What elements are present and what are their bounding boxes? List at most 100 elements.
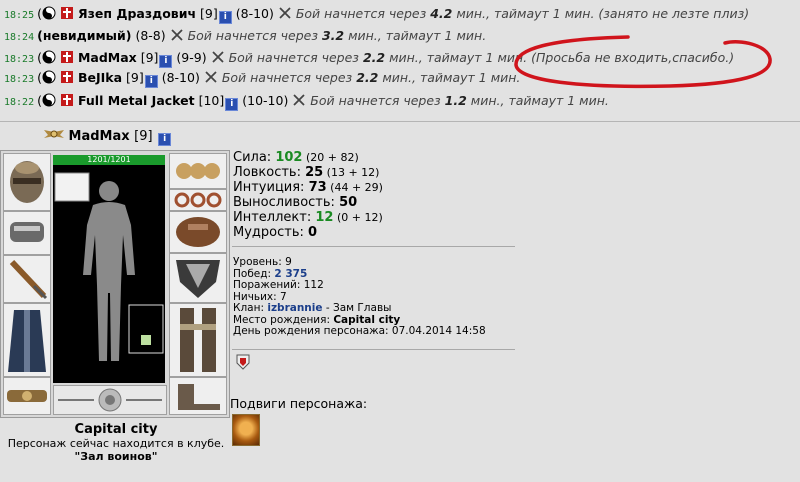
stat-row: Интеллект: 12 (0 + 12)	[233, 210, 383, 225]
greaves-icon	[180, 308, 216, 372]
fight-message: Бой начнется через 3.2 мин., таймаут 1 м…	[187, 28, 487, 43]
crossed-swords-icon[interactable]	[278, 6, 292, 20]
crossed-swords-icon[interactable]	[211, 50, 225, 64]
info-icon[interactable]: i	[158, 133, 172, 146]
location-room: "Зал воинов"	[74, 450, 158, 463]
gauntlets-icon	[176, 217, 220, 247]
wings-align-icon	[44, 130, 64, 138]
player-nick[interactable]: (невидимый)	[37, 28, 131, 43]
emblem-slot	[53, 385, 167, 415]
stat-row: Интуиция: 73 (44 + 29)	[233, 180, 383, 195]
character-nick[interactable]: MadMax	[69, 129, 130, 144]
fight-message: Бой начнется через 4.2 мин., таймаут 1 м…	[295, 6, 750, 21]
gauntlets-slot[interactable]	[169, 211, 227, 253]
fight-score: (8-8)	[135, 28, 166, 43]
player-level: [10]	[198, 93, 225, 108]
clan-shield-icon[interactable]	[236, 354, 250, 370]
player-level: [9]	[126, 70, 144, 85]
shield-icon	[176, 260, 220, 298]
feats-label: Подвиги персонажа:	[230, 396, 368, 411]
fight-time: 18:23	[4, 74, 35, 85]
character-header: MadMax [9] i	[44, 128, 172, 146]
stat-value: 12	[315, 210, 334, 225]
stat-row: Выносливость: 50	[233, 195, 358, 210]
player-level: [9]	[140, 50, 159, 65]
fight-score: (9-9)	[176, 50, 207, 65]
character-level: [9]	[134, 129, 153, 144]
clan-icon	[60, 7, 73, 19]
bracer-icon	[10, 222, 44, 242]
rings-slot[interactable]	[169, 189, 227, 211]
helmet-slot[interactable]	[3, 153, 51, 211]
align-icon	[42, 50, 56, 64]
armor-slot[interactable]	[3, 303, 51, 377]
body-silhouette-icon	[54, 172, 164, 361]
clan-icon	[60, 51, 73, 63]
fight-time: 18:25	[4, 10, 35, 21]
fight-score: (10-10)	[242, 93, 289, 108]
boots-icon	[178, 384, 220, 410]
belt-slot[interactable]	[3, 377, 51, 415]
fight-row: 18:25( Язеп Драздович [9] i (8-10) Бой на…	[4, 4, 749, 24]
align-icon	[42, 70, 56, 84]
location-text: Персонаж сейчас находится в клубе.	[7, 437, 225, 450]
crossed-swords-icon[interactable]	[170, 28, 184, 42]
stat-row: Мудрость: 0	[233, 225, 318, 240]
fight-row: 18:24 (невидимый) (8-8) Бой начнется чере…	[4, 26, 486, 46]
info-divider	[232, 349, 515, 350]
helmet-icon	[10, 161, 44, 203]
player-nick[interactable]: Full Metal Jacket	[78, 93, 195, 108]
stat-value: 50	[339, 195, 358, 210]
gloves-slot[interactable]	[3, 211, 51, 255]
legs-slot[interactable]	[169, 303, 227, 377]
fight-score: (8-10)	[235, 6, 274, 21]
belt-icon	[7, 390, 47, 402]
info-icon[interactable]: i	[144, 75, 158, 88]
cloak-icon	[8, 310, 46, 372]
fight-message: Бой начнется через 2.2 мин., таймаут 1 м…	[221, 70, 521, 85]
feat-badge-icon[interactable]	[232, 414, 260, 446]
player-nick[interactable]: BeJIka	[78, 70, 122, 85]
align-icon	[42, 93, 56, 107]
info-icon[interactable]: i	[159, 55, 173, 68]
earrings-slot[interactable]	[169, 153, 227, 189]
emblem-icon	[58, 388, 162, 412]
boots-slot[interactable]	[169, 377, 227, 415]
earrings-icon	[176, 163, 220, 179]
stats-divider	[232, 246, 515, 247]
equipment-panel: 1201/1201	[0, 150, 230, 418]
crossed-swords-icon[interactable]	[204, 70, 218, 84]
stat-value: 25	[305, 165, 324, 180]
fight-message: Бой начнется через 2.2 мин., таймаут 1 м…	[228, 50, 735, 65]
sword-icon	[9, 259, 48, 300]
clan-icon	[60, 71, 73, 83]
stat-value: 0	[308, 225, 318, 240]
stats-block: Сила: 102 (20 + 82) Ловкость: 25 (13 + 12…	[233, 150, 383, 240]
stat-row: Сила: 102 (20 + 82)	[233, 150, 359, 165]
rings-icon	[174, 192, 222, 208]
player-nick[interactable]: MadMax	[78, 50, 137, 65]
shield-slot[interactable]	[169, 253, 227, 303]
character-body: 1201/1201	[53, 155, 165, 383]
weapon-slot[interactable]	[3, 255, 51, 303]
fight-row: 18:23( MadMax [9] i (9-9) Бой начнется че…	[4, 48, 734, 68]
fight-score: (8-10)	[161, 70, 200, 85]
info-icon[interactable]: i	[218, 11, 232, 24]
fight-row: 18:22( Full Metal Jacket [10] i (10-10) Б…	[4, 91, 609, 111]
clan-link[interactable]: izbrannie	[267, 302, 322, 314]
align-icon	[42, 6, 56, 20]
divider	[0, 121, 800, 122]
crossed-swords-icon[interactable]	[292, 93, 306, 107]
fight-message: Бой начнется через 1.2 мин., таймаут 1 м…	[310, 93, 609, 108]
fight-time: 18:22	[4, 97, 35, 108]
fight-time: 18:24	[4, 32, 35, 43]
info-birthday: День рождения персонажа: 07.04.2014 14:5…	[233, 325, 486, 337]
stat-value: 73	[308, 180, 327, 195]
player-nick[interactable]: Язеп Драздович	[78, 6, 196, 21]
fight-time: 18:23	[4, 54, 35, 65]
fight-row: 18:23( BeJIka [9] i (8-10) Бой начнется ч…	[4, 68, 520, 88]
info-block: Уровень: 9 Побед: 2 375 Поражений: 112 Н…	[233, 256, 486, 338]
stat-value: 102	[275, 150, 303, 165]
info-icon[interactable]: i	[225, 98, 239, 111]
stat-row: Ловкость: 25 (13 + 12)	[233, 165, 380, 180]
